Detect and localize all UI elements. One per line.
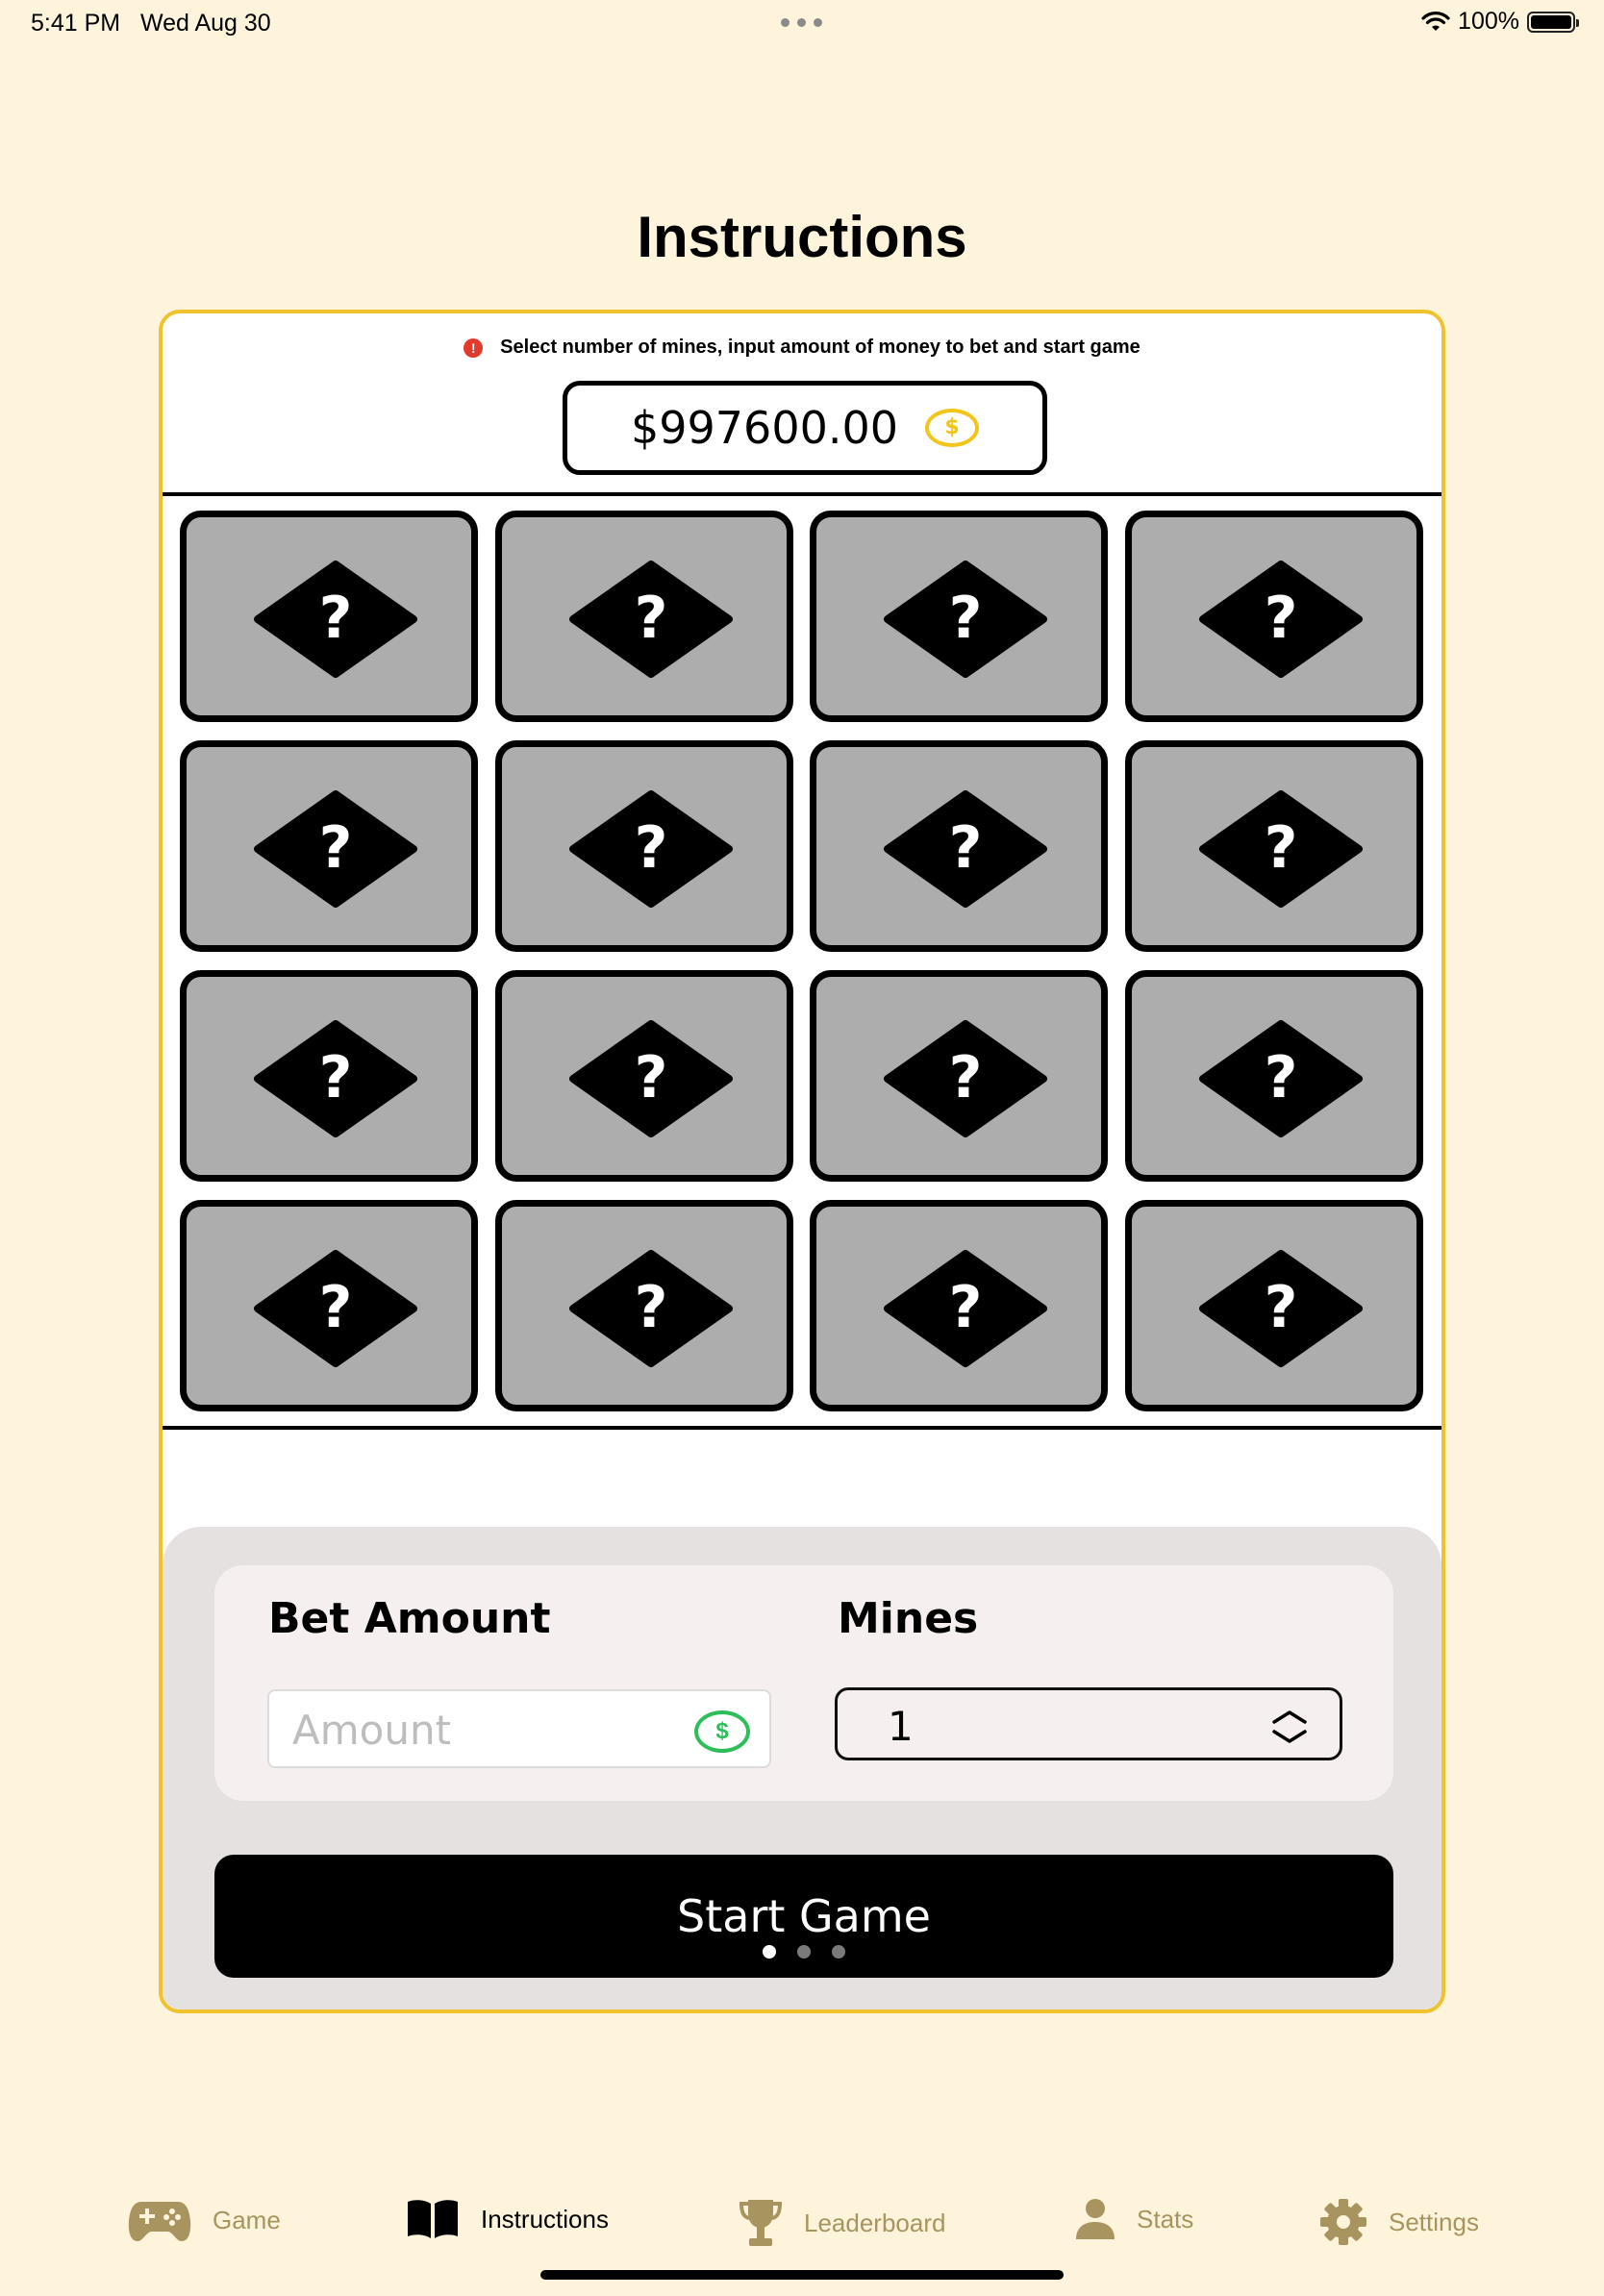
question-mark: ?	[1265, 1044, 1298, 1111]
battery-percent: 100%	[1458, 8, 1519, 35]
mystery-tile[interactable]: ?	[1125, 740, 1423, 952]
question-mark: ?	[319, 1274, 353, 1341]
info-icon: !	[464, 337, 484, 358]
tab-game[interactable]: Game	[128, 2198, 281, 2242]
gear-icon	[1320, 2199, 1366, 2245]
mystery-tile[interactable]: ?	[1125, 970, 1423, 1182]
status-indicators: 100%	[1421, 8, 1579, 36]
mystery-tile[interactable]: ?	[495, 740, 793, 952]
question-diamond-icon: ?	[569, 790, 733, 908]
amount-field[interactable]: $	[267, 1689, 771, 1768]
mystery-tile[interactable]: ?	[180, 511, 478, 722]
question-mark: ?	[635, 585, 668, 652]
battery-icon	[1527, 11, 1579, 33]
question-diamond-icon: ?	[254, 1020, 417, 1137]
question-diamond-icon: ?	[884, 1250, 1047, 1367]
question-diamond-icon: ?	[254, 561, 417, 678]
question-diamond-icon: ?	[569, 1250, 733, 1367]
balance-display: $997600.00 $	[563, 381, 1047, 475]
mystery-tile[interactable]: ?	[810, 1200, 1108, 1411]
tile-grid: ????????????????	[163, 492, 1441, 1430]
mystery-tile[interactable]: ?	[180, 970, 478, 1182]
coin-icon: $	[925, 409, 980, 447]
tab-label: Instructions	[481, 2204, 609, 2234]
question-mark: ?	[319, 814, 353, 882]
question-diamond-icon: ?	[884, 790, 1047, 908]
question-mark: ?	[949, 1274, 983, 1341]
mystery-tile[interactable]: ?	[180, 1200, 478, 1411]
tab-stats[interactable]: Stats	[1075, 2198, 1193, 2240]
question-diamond-icon: ?	[884, 1020, 1047, 1137]
mystery-tile[interactable]: ?	[495, 1200, 793, 1411]
tab-leaderboard[interactable]: Leaderboard	[739, 2198, 945, 2248]
chevron-up-down-icon	[1272, 1710, 1307, 1743]
page-title: Instructions	[637, 205, 967, 269]
question-diamond-icon: ?	[884, 561, 1047, 678]
tab-instructions[interactable]: Instructions	[406, 2198, 609, 2240]
question-diamond-icon: ?	[1199, 561, 1363, 678]
mines-value: 1	[888, 1703, 914, 1750]
start-game-button[interactable]: Start Game	[214, 1855, 1393, 1978]
tab-bar: Game Instructions Leaderboard Stats Sett…	[0, 2173, 1604, 2269]
home-indicator[interactable]	[540, 2270, 1064, 2280]
mystery-tile[interactable]: ?	[495, 970, 793, 1182]
question-diamond-icon: ?	[1199, 1020, 1363, 1137]
wifi-icon	[1421, 11, 1450, 31]
tab-label: Game	[213, 2205, 281, 2234]
mystery-tile[interactable]: ?	[1125, 1200, 1423, 1411]
page-dot[interactable]	[797, 1945, 811, 1959]
question-mark: ?	[635, 1044, 668, 1111]
book-icon	[408, 2200, 458, 2238]
mystery-tile[interactable]: ?	[180, 740, 478, 952]
question-mark: ?	[1265, 814, 1298, 882]
mines-label: Mines	[838, 1594, 979, 1643]
question-diamond-icon: ?	[254, 1250, 417, 1367]
question-mark: ?	[319, 585, 353, 652]
status-time: 5:41 PM Wed Aug 30	[31, 10, 271, 37]
person-icon	[1076, 2199, 1115, 2239]
controls-panel: Bet Amount Mines $ 1 Start Game	[163, 1527, 1441, 2009]
gamepad-icon	[128, 2202, 191, 2241]
mystery-tile[interactable]: ?	[810, 511, 1108, 722]
tab-settings[interactable]: Settings	[1319, 2198, 1479, 2246]
page-dot[interactable]	[763, 1945, 776, 1959]
bet-settings-card: Bet Amount Mines $ 1	[214, 1565, 1393, 1801]
page-indicator[interactable]	[763, 1945, 845, 1959]
game-preview: ! Select number of mines, input amount o…	[159, 310, 1445, 2013]
question-mark: ?	[319, 1044, 353, 1111]
instruction-hint: ! Select number of mines, input amount o…	[163, 337, 1441, 359]
mines-picker[interactable]: 1	[835, 1687, 1342, 1760]
question-mark: ?	[635, 1274, 668, 1341]
tab-label: Settings	[1389, 2207, 1479, 2236]
question-diamond-icon: ?	[569, 561, 733, 678]
amount-input[interactable]	[290, 1691, 698, 1768]
page-dot[interactable]	[832, 1945, 845, 1959]
question-mark: ?	[949, 814, 983, 882]
question-diamond-icon: ?	[1199, 790, 1363, 908]
instruction-text: Select number of mines, input amount of …	[500, 337, 1140, 358]
question-diamond-icon: ?	[1199, 1250, 1363, 1367]
question-diamond-icon: ?	[254, 790, 417, 908]
question-diamond-icon: ?	[569, 1020, 733, 1137]
question-mark: ?	[635, 814, 668, 882]
question-mark: ?	[1265, 585, 1298, 652]
balance-amount: $997600.00	[630, 402, 899, 454]
mystery-tile[interactable]: ?	[1125, 511, 1423, 722]
question-mark: ?	[949, 1044, 983, 1111]
bet-amount-label: Bet Amount	[268, 1594, 551, 1643]
question-mark: ?	[1265, 1274, 1298, 1341]
tab-label: Stats	[1137, 2204, 1194, 2234]
status-bar: 5:41 PM Wed Aug 30 100%	[0, 0, 1604, 46]
tab-label: Leaderboard	[804, 2208, 946, 2237]
mystery-tile[interactable]: ?	[810, 740, 1108, 952]
question-mark: ?	[949, 585, 983, 652]
mystery-tile[interactable]: ?	[810, 970, 1108, 1182]
trophy-icon	[739, 2200, 783, 2246]
multitasking-dots-icon[interactable]	[781, 18, 823, 27]
mystery-tile[interactable]: ?	[495, 511, 793, 722]
dollar-coin-icon: $	[694, 1710, 750, 1753]
